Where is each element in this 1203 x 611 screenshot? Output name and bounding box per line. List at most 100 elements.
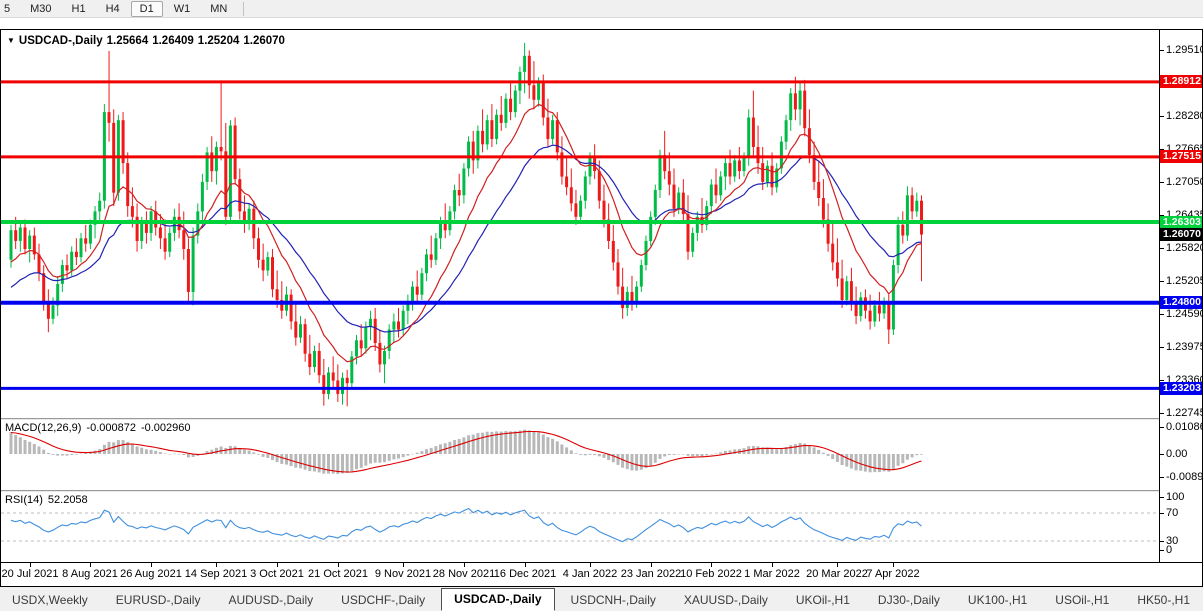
axis-tick-mark bbox=[1160, 182, 1164, 183]
axis-tick-mark bbox=[1160, 541, 1164, 542]
axis-tick-mark bbox=[1160, 477, 1164, 478]
date-label: 14 Sep 2021 bbox=[185, 568, 247, 580]
timeframe-w1[interactable]: W1 bbox=[165, 1, 200, 17]
axis-tick-mark bbox=[1160, 497, 1164, 498]
date-label: 20 Mar 2022 bbox=[806, 568, 868, 580]
level-price-badge: 1.27515 bbox=[1160, 150, 1202, 163]
timeframe-5[interactable]: 5 bbox=[1, 1, 19, 17]
date-label: 7 Apr 2022 bbox=[866, 568, 919, 580]
macd-axis-min: -0.00897 bbox=[1166, 472, 1203, 483]
axis-tick-mark bbox=[1160, 281, 1164, 282]
date-tick-mark bbox=[772, 563, 773, 567]
date-axis[interactable]: 20 Jul 20218 Aug 202126 Aug 202114 Sep 2… bbox=[1, 563, 1202, 585]
axis-tick-mark bbox=[1160, 50, 1164, 51]
rsi-indicator-name: RSI(14) bbox=[5, 494, 43, 506]
rsi-label: RSI(14) 52.2058 bbox=[5, 494, 93, 506]
rsi-axis-70: 70 bbox=[1166, 508, 1178, 519]
price-tick-label: 1.24590 bbox=[1166, 309, 1203, 320]
date-label: 8 Aug 2021 bbox=[62, 568, 118, 580]
price-tick-label: 1.25205 bbox=[1166, 276, 1203, 287]
date-label: 3 Oct 2021 bbox=[250, 568, 304, 580]
price-tick-label: 1.23975 bbox=[1166, 342, 1203, 353]
axis-tick-mark bbox=[1160, 314, 1164, 315]
axis-tick-mark bbox=[1160, 248, 1164, 249]
date-tick-mark bbox=[711, 563, 712, 567]
axis-tick-mark bbox=[1160, 413, 1164, 414]
date-label: 23 Jan 2022 bbox=[621, 568, 682, 580]
date-tick-mark bbox=[651, 563, 652, 567]
rsi-axis-0: 0 bbox=[1166, 545, 1172, 556]
rsi-panel: RSI(14) 52.2058 bbox=[1, 492, 1159, 562]
price-tick-label: 1.28280 bbox=[1166, 111, 1203, 122]
chart-symbol-label: USDCAD-,Daily bbox=[19, 35, 103, 47]
price-chart-plot[interactable] bbox=[1, 30, 1159, 418]
tab-eurusd-daily[interactable]: EURUSD-,Daily bbox=[104, 590, 213, 611]
date-label: 9 Nov 2021 bbox=[375, 568, 431, 580]
axis-tick-mark bbox=[1160, 513, 1164, 514]
candlestick-chart bbox=[1, 30, 1159, 418]
axis-tick-mark bbox=[1160, 380, 1164, 381]
macd-label: MACD(12,26,9) -0.000872 -0.002960 bbox=[5, 422, 196, 434]
axis-tick-mark bbox=[1160, 116, 1164, 117]
trading-terminal: 5M30H1H4D1W1MN ▼ USDCAD-,Daily 1.256641.26… bbox=[0, 0, 1203, 611]
price-axis[interactable]: 1.295101.282801.276651.270501.264351.258… bbox=[1160, 30, 1202, 562]
chart-window: ▼USDCAD-,Daily1.256641.264091.252041.260… bbox=[0, 29, 1203, 587]
rsi-chart bbox=[1, 492, 1159, 562]
tab-hk50-h1[interactable]: HK50-,H1 bbox=[1125, 590, 1202, 611]
date-tick-mark bbox=[837, 563, 838, 567]
tab-audusd-daily[interactable]: AUDUSD-,Daily bbox=[216, 590, 325, 611]
tab-usdcad-daily[interactable]: USDCAD-,Daily bbox=[441, 588, 554, 611]
date-label: 21 Oct 2021 bbox=[308, 568, 368, 580]
macd-indicator-name: MACD(12,26,9) bbox=[5, 422, 81, 434]
price-tick-label: 1.25820 bbox=[1166, 243, 1203, 254]
bar-open-value: 1.25664 bbox=[107, 35, 149, 47]
tab-dj30-daily[interactable]: DJ30-,Daily bbox=[866, 590, 952, 611]
timeframe-h4[interactable]: H4 bbox=[97, 1, 129, 17]
tab-usdchf-daily[interactable]: USDCHF-,Daily bbox=[329, 590, 437, 611]
timeframe-mn[interactable]: MN bbox=[201, 1, 236, 17]
date-label: 16 Dec 2021 bbox=[494, 568, 556, 580]
rsi-value: 52.2058 bbox=[48, 494, 88, 506]
date-tick-mark bbox=[590, 563, 591, 567]
timeframe-h1[interactable]: H1 bbox=[63, 1, 95, 17]
macd-signal-value: -0.002960 bbox=[141, 422, 191, 434]
macd-axis-zero: 0.00 bbox=[1166, 449, 1187, 460]
tab-usdcnh-daily[interactable]: USDCNH-,Daily bbox=[559, 590, 668, 611]
timeframe-m30[interactable]: M30 bbox=[21, 1, 60, 17]
level-price-badge: 1.28912 bbox=[1160, 75, 1202, 88]
macd-main-value: -0.000872 bbox=[86, 422, 136, 434]
tab-ukoil-h1[interactable]: UKOil-,H1 bbox=[784, 590, 862, 611]
macd-panel: MACD(12,26,9) -0.000872 -0.002960 bbox=[1, 420, 1159, 490]
symbol-dropdown-icon[interactable]: ▼ bbox=[7, 36, 15, 45]
price-tick-label: 1.27050 bbox=[1166, 177, 1203, 188]
date-tick-mark bbox=[216, 563, 217, 567]
ma-fast-line bbox=[11, 104, 921, 361]
date-label: 4 Jan 2022 bbox=[563, 568, 617, 580]
symbol-tab-bar: USDX,WeeklyEURUSD-,DailyAUDUSD-,DailyUSD… bbox=[0, 587, 1203, 611]
tab-xauusd-daily[interactable]: XAUUSD-,Daily bbox=[672, 590, 780, 611]
date-tick-mark bbox=[893, 563, 894, 567]
level-price-badge: 1.24800 bbox=[1160, 296, 1202, 309]
macd-axis-max: 0.010869 bbox=[1166, 422, 1203, 433]
axis-tick-mark bbox=[1160, 347, 1164, 348]
tab-uk100-h1[interactable]: UK100-,H1 bbox=[956, 590, 1039, 611]
date-tick-mark bbox=[338, 563, 339, 567]
timeframe-d1[interactable]: D1 bbox=[131, 1, 163, 17]
tab-usoil-h1[interactable]: USOil-,H1 bbox=[1043, 590, 1121, 611]
rsi-axis-100: 100 bbox=[1166, 492, 1184, 503]
date-label: 10 Feb 2022 bbox=[680, 568, 742, 580]
axis-tick-mark bbox=[1160, 550, 1164, 551]
date-tick-mark bbox=[30, 563, 31, 567]
bar-low-value: 1.25204 bbox=[198, 35, 240, 47]
date-tick-mark bbox=[151, 563, 152, 567]
bar-high-value: 1.26409 bbox=[152, 35, 194, 47]
date-tick-mark bbox=[277, 563, 278, 567]
date-label: 1 Mar 2022 bbox=[744, 568, 800, 580]
axis-tick-mark bbox=[1160, 454, 1164, 455]
date-label: 28 Nov 2021 bbox=[433, 568, 495, 580]
tab-usdx-weekly[interactable]: USDX,Weekly bbox=[0, 590, 100, 611]
date-tick-mark bbox=[525, 563, 526, 567]
price-tick-label: 1.29510 bbox=[1166, 45, 1203, 56]
level-price-badge: 1.23203 bbox=[1160, 382, 1202, 395]
date-tick-mark bbox=[403, 563, 404, 567]
